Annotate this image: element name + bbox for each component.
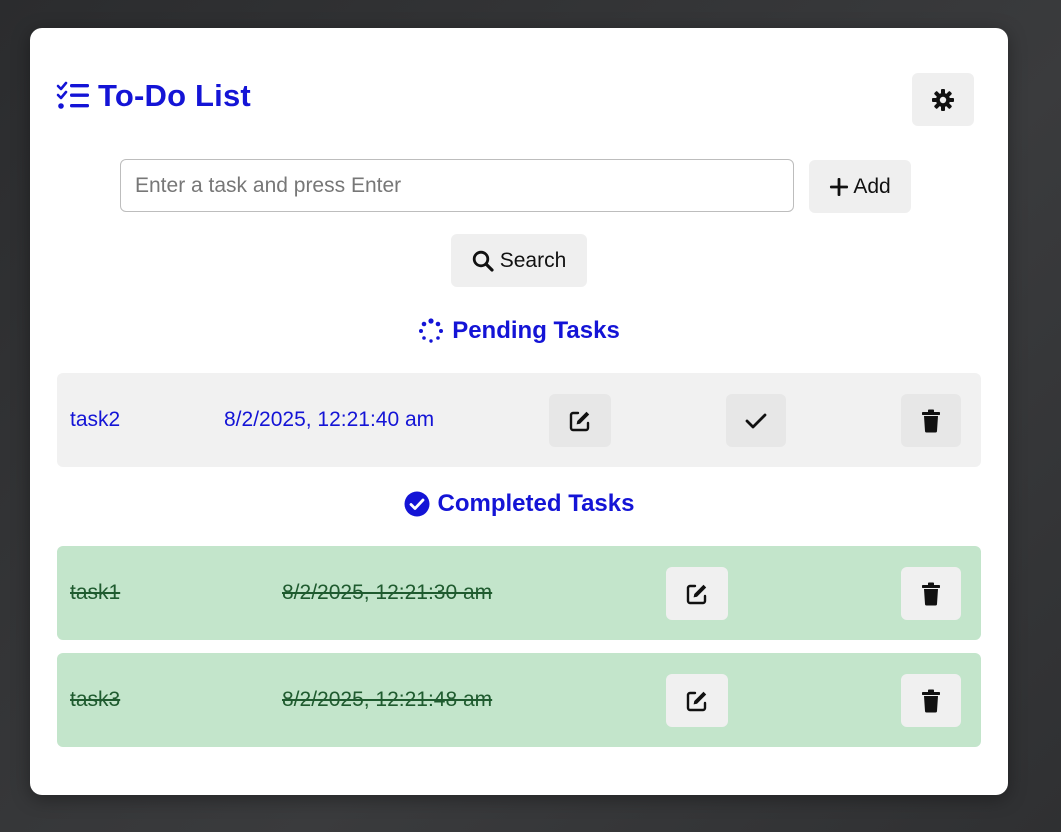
- trash-icon: [921, 689, 941, 713]
- delete-task-button[interactable]: [901, 394, 961, 447]
- app-title: To-Do List: [98, 78, 251, 113]
- plus-icon: [829, 177, 849, 197]
- task-name: task1: [70, 581, 121, 604]
- spinner-icon: [418, 318, 444, 344]
- task-timestamp: 8/2/2025, 12:21:30 am: [282, 581, 493, 604]
- theme-toggle-button[interactable]: [912, 73, 974, 126]
- completed-title-text: Completed Tasks: [437, 490, 635, 517]
- task-timestamp: 8/2/2025, 12:21:48 am: [282, 688, 493, 711]
- search-button[interactable]: Search: [451, 234, 587, 287]
- completed-section-title: Completed Tasks: [30, 490, 1008, 518]
- todo-card: To-Do List Enter a task and press Enter …: [30, 28, 1008, 795]
- trash-icon: [921, 582, 941, 606]
- edit-task-button[interactable]: [666, 567, 728, 620]
- add-button-label: Add: [853, 174, 891, 198]
- edit-icon: [686, 583, 708, 605]
- search-button-label: Search: [499, 248, 567, 272]
- task-timestamp: 8/2/2025, 12:21:40 am: [224, 408, 435, 431]
- delete-task-button[interactable]: [901, 674, 961, 727]
- edit-icon: [569, 410, 591, 432]
- search-icon: [472, 250, 494, 272]
- trash-icon: [921, 409, 941, 433]
- app-header: To-Do List: [56, 78, 251, 114]
- task-input[interactable]: [120, 159, 794, 212]
- complete-task-button[interactable]: [726, 394, 786, 447]
- edit-icon: [686, 690, 708, 712]
- pending-title-text: Pending Tasks: [452, 317, 620, 344]
- pending-section-title: Pending Tasks: [30, 317, 1008, 345]
- edit-task-button[interactable]: [666, 674, 728, 727]
- task-name: task3: [70, 688, 121, 711]
- pending-task-row: task2 8/2/2025, 12:21:40 am: [57, 373, 981, 467]
- add-button[interactable]: Add: [809, 160, 911, 213]
- check-icon: [745, 412, 767, 430]
- task-name: task2: [70, 408, 121, 431]
- list-check-icon: [56, 81, 90, 111]
- completed-task-row: task1 8/2/2025, 12:21:30 am: [57, 546, 981, 640]
- completed-task-row: task3 8/2/2025, 12:21:48 am: [57, 653, 981, 747]
- edit-task-button[interactable]: [549, 394, 611, 447]
- gear-icon: [931, 88, 955, 112]
- check-circle-icon: [404, 491, 430, 517]
- delete-task-button[interactable]: [901, 567, 961, 620]
